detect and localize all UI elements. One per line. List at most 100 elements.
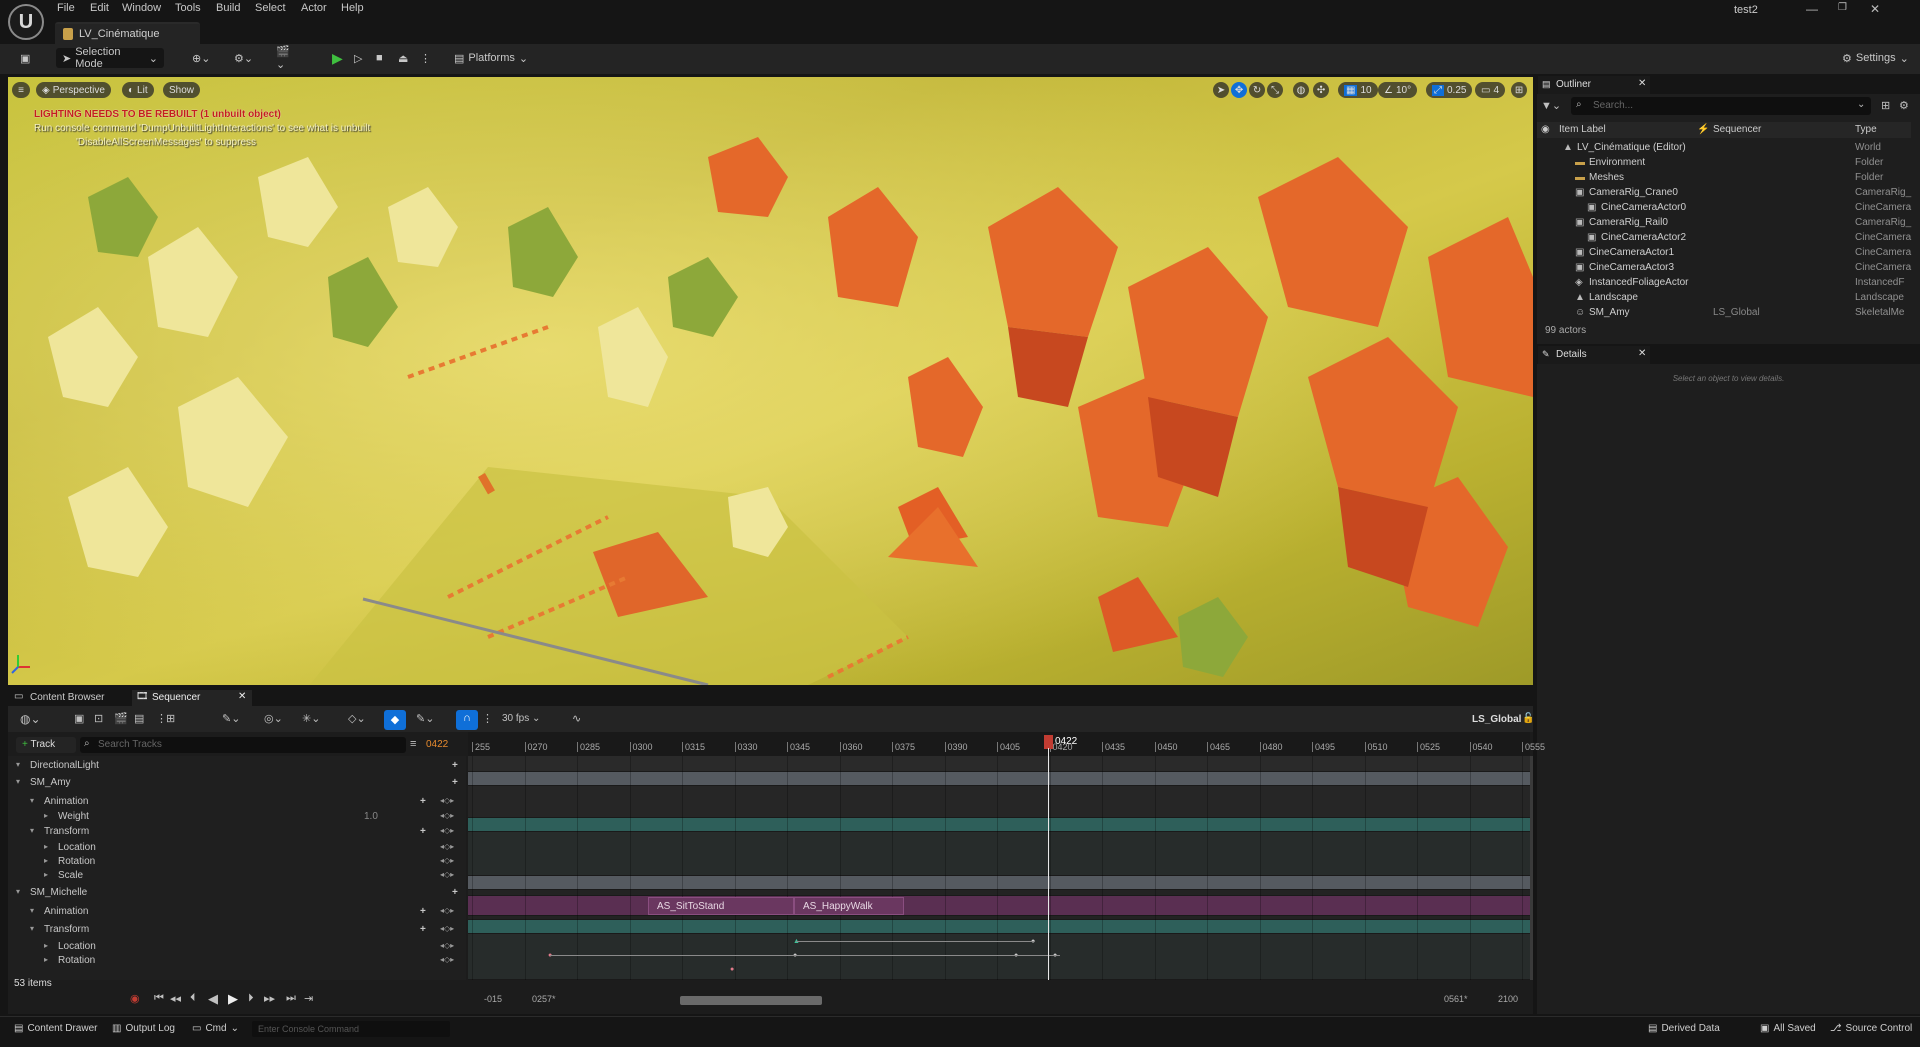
show-button[interactable]: Show: [163, 82, 201, 98]
add-subtrack-icon[interactable]: +: [452, 777, 458, 788]
camera-cut-icon[interactable]: ▤: [134, 712, 144, 725]
details-tab[interactable]: ✎ Details ✕: [1538, 346, 1650, 364]
outliner-row[interactable]: ▲ LV_Cinématique (Editor) World: [1537, 142, 1907, 157]
track-row[interactable]: ▸ Location ◂◇▸: [8, 941, 474, 955]
add-subtrack-icon[interactable]: +: [420, 796, 426, 807]
playback-options-icon[interactable]: ✳⌄: [302, 712, 320, 725]
timeline-lane[interactable]: [468, 920, 1530, 934]
chevron-right-icon[interactable]: ▸: [44, 955, 48, 964]
key-interpolation-icon[interactable]: ◇⌄: [348, 712, 366, 725]
find-asset-icon[interactable]: ⊡: [94, 712, 103, 725]
chevron-right-icon[interactable]: ▸: [44, 856, 48, 865]
jump-start-icon[interactable]: ⏮: [154, 992, 164, 1005]
timeline-lane[interactable]: [468, 756, 1530, 772]
close-tab-icon[interactable]: ✕: [1638, 78, 1646, 89]
selection-mode-dropdown[interactable]: ➤ Selection Mode ⌄: [56, 46, 164, 70]
timeline-scrollbar[interactable]: [1530, 756, 1533, 980]
render-movie-icon[interactable]: 🎬: [114, 712, 128, 725]
chevron-down-icon[interactable]: ▾: [30, 796, 34, 805]
timeline-lane[interactable]: [468, 786, 1530, 818]
view-range-scrollbar[interactable]: [680, 996, 822, 1005]
current-frame-field[interactable]: 0422: [426, 739, 448, 750]
timeline-lane[interactable]: [468, 772, 1530, 786]
outliner-row[interactable]: ▣ CineCameraActor1 CineCamera: [1537, 247, 1911, 262]
chevron-right-icon[interactable]: ▸: [44, 941, 48, 950]
outliner-row[interactable]: ☺ SM_Amy LS_Global SkeletalMe: [1537, 307, 1907, 322]
add-subtrack-icon[interactable]: +: [452, 887, 458, 898]
unreal-logo-icon[interactable]: U: [8, 4, 44, 40]
all-saved-button[interactable]: ▣ All Saved: [1760, 1023, 1816, 1034]
timeline-lane[interactable]: [468, 818, 1530, 832]
step-icon[interactable]: ▷: [348, 48, 368, 68]
blueprint-icon[interactable]: ⚙⌄: [228, 48, 260, 68]
chevron-down-icon[interactable]: ▾: [30, 924, 34, 933]
col-type[interactable]: Type: [1855, 124, 1877, 135]
outliner-row[interactable]: ▲ Landscape Landscape: [1537, 292, 1907, 307]
cmd-dropdown[interactable]: ▭ Cmd ⌄: [192, 1023, 239, 1034]
track-row[interactable]: ▾ Transform + ◂◇▸: [8, 826, 474, 840]
track-row[interactable]: ▸ Scale ◂◇▸: [8, 870, 474, 884]
track-row[interactable]: ▾ SM_Michelle +: [8, 887, 474, 901]
track-row[interactable]: ▾ SM_Amy +: [8, 777, 474, 791]
rotate-tool-icon[interactable]: ↻: [1249, 82, 1265, 98]
outliner-row[interactable]: ▬ Meshes Folder: [1537, 172, 1907, 187]
track-row[interactable]: ▸ Rotation ◂◇▸: [8, 856, 474, 870]
auto-key-icon[interactable]: ◆: [384, 710, 406, 730]
track-row[interactable]: ▾ Transform + ◂◇▸: [8, 924, 474, 938]
source-control-button[interactable]: ⎇ Source Control: [1830, 1023, 1912, 1034]
prev-key-icon[interactable]: ◂◂: [170, 992, 181, 1005]
stop-icon[interactable]: ■: [370, 48, 390, 68]
outliner-row[interactable]: ◈ InstancedFoliageActor InstancedF: [1537, 277, 1907, 292]
save-icon[interactable]: ▣: [14, 48, 36, 68]
key-navigation-icon[interactable]: ◂◇▸: [440, 870, 454, 879]
track-row[interactable]: ▾ Animation + ◂◇▸: [8, 906, 474, 920]
play-forward-icon[interactable]: ▶: [228, 991, 238, 1007]
key-navigation-icon[interactable]: ◂◇▸: [440, 941, 454, 950]
grid-snap-button[interactable]: ▦ 10: [1338, 82, 1378, 98]
close-icon[interactable]: ✕: [1870, 2, 1880, 16]
timeline-ruler[interactable]: 255 0270 0285 0300 0315 0330 0345 0360 0375 0390 0…: [468, 732, 1545, 756]
chevron-down-icon[interactable]: ▾: [30, 906, 34, 915]
timeline-lanes[interactable]: AS_SitToStandAS_HappyWalk▲●●●●●●: [468, 756, 1530, 980]
outliner-search-input[interactable]: ⌕ Search... ⌄: [1571, 97, 1871, 115]
range-start[interactable]: -015: [484, 994, 502, 1004]
outliner-add-icon[interactable]: ⊞: [1881, 99, 1890, 112]
add-track-button[interactable]: + Track: [16, 737, 76, 753]
key-navigation-icon[interactable]: ◂◇▸: [440, 955, 454, 964]
select-tool-icon[interactable]: ➤: [1213, 82, 1229, 98]
outliner-row[interactable]: ▣ CineCameraActor0 CineCamera: [1537, 202, 1911, 217]
prev-frame-icon[interactable]: ⏴: [190, 992, 196, 1005]
visibility-eye-icon[interactable]: ◉: [1541, 124, 1550, 135]
fps-dropdown[interactable]: 30 fps ⌄: [502, 713, 540, 724]
level-tab[interactable]: LV_Cinématique: [55, 22, 200, 44]
scale-tool-icon[interactable]: ⤡: [1267, 82, 1283, 98]
play-icon[interactable]: ▶: [326, 48, 346, 68]
derived-data-button[interactable]: ▤ Derived Data: [1648, 1023, 1720, 1034]
outliner-row[interactable]: ▣ CineCameraActor2 CineCamera: [1537, 232, 1911, 247]
key-tools-icon[interactable]: ✎⌄: [222, 712, 240, 725]
content-drawer-button[interactable]: ▤ Content Drawer: [14, 1023, 97, 1034]
eject-icon[interactable]: ⏏: [392, 48, 412, 68]
more-options-icon[interactable]: ⋮: [414, 48, 431, 68]
track-row[interactable]: ▾ DirectionalLight +: [8, 760, 474, 774]
console-input[interactable]: Enter Console Command: [252, 1021, 450, 1037]
level-viewport[interactable]: ≡ ◈ Perspective ◐ Lit Show ➤ ✥ ↻ ⤡ ◍ ✣ ▦…: [8, 77, 1533, 685]
minimize-icon[interactable]: —: [1806, 2, 1818, 16]
scale-snap-button[interactable]: ⤢ 0.25: [1426, 82, 1473, 98]
chevron-down-icon[interactable]: ▾: [30, 826, 34, 835]
camera-speed-button[interactable]: ▭ 4: [1475, 82, 1506, 98]
lock-icon[interactable]: 🔓: [1522, 713, 1534, 724]
rotation-snap-button[interactable]: ∠ 10°: [1378, 82, 1418, 98]
menu-build[interactable]: Build: [216, 2, 240, 14]
track-search-input[interactable]: ⌕ Search Tracks: [80, 737, 406, 753]
view-end[interactable]: 0561*: [1444, 994, 1468, 1004]
key-navigation-icon[interactable]: ◂◇▸: [440, 842, 454, 851]
track-row[interactable]: ▸ Weight 1.0 ◂◇▸: [8, 811, 474, 825]
close-tab-icon[interactable]: ✕: [238, 691, 246, 702]
animation-section[interactable]: AS_HappyWalk: [794, 897, 904, 915]
keyframe-icon[interactable]: ●: [730, 966, 734, 973]
key-navigation-icon[interactable]: ◂◇▸: [440, 856, 454, 865]
animation-section[interactable]: AS_SitToStand: [648, 897, 794, 915]
lit-button[interactable]: ◐ Lit: [122, 82, 154, 98]
add-subtrack-icon[interactable]: +: [420, 924, 426, 935]
